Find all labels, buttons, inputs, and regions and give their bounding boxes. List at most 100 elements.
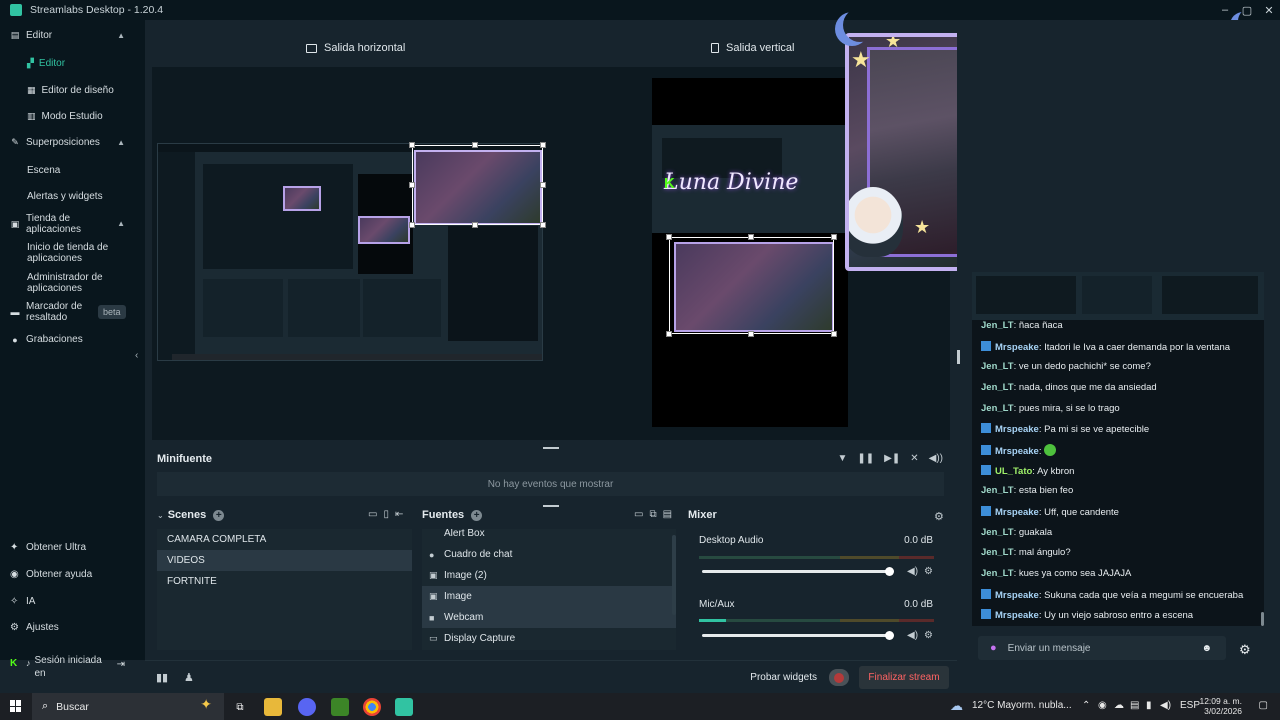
resize-handle[interactable] xyxy=(540,222,546,228)
nav-highlighter[interactable]: ▬ Marcador de resaltado beta xyxy=(0,301,145,323)
network-icon[interactable]: ▤ xyxy=(1130,700,1139,711)
bulk-edit-icon[interactable]: ⧉ xyxy=(649,509,656,520)
nav-scene[interactable]: Escena xyxy=(27,165,60,176)
chat-username[interactable]: Mrspeake xyxy=(995,507,1039,518)
source-item[interactable]: Alert Box xyxy=(422,529,676,544)
source-item[interactable]: ▣ Image xyxy=(422,586,676,607)
monitor-icon[interactable]: ▭ xyxy=(368,509,377,520)
source-item[interactable]: ■ Webcam xyxy=(422,607,676,628)
record-button[interactable] xyxy=(829,669,849,686)
tray-app-icon[interactable]: ◉ xyxy=(1098,700,1107,711)
source-item[interactable]: ▭ Display Capture xyxy=(422,628,676,649)
nav-layout-editor[interactable]: ▦ Editor de diseño xyxy=(27,85,114,96)
resize-handle[interactable] xyxy=(472,142,478,148)
selected-source-box[interactable] xyxy=(412,145,543,225)
chat-username[interactable]: Mrspeake xyxy=(995,590,1039,601)
task-view-icon[interactable]: ⧉ xyxy=(231,698,249,716)
phone-icon[interactable]: ▯ xyxy=(383,509,389,520)
nav-studio-mode[interactable]: ▥ Modo Estudio xyxy=(27,111,103,122)
volume-slider[interactable] xyxy=(702,631,894,640)
resize-handle[interactable] xyxy=(540,182,546,188)
slider-knob[interactable] xyxy=(885,631,894,640)
nav-get-help[interactable]: ◉ Obtener ayuda xyxy=(0,569,145,580)
chat-username[interactable]: Mrspeake xyxy=(995,610,1039,621)
tray-mic-icon[interactable]: ▮ xyxy=(1146,700,1152,711)
resize-handle[interactable] xyxy=(666,331,672,337)
chat-username[interactable]: Mrspeake xyxy=(995,446,1039,457)
chat-username[interactable]: UL_Tato xyxy=(995,466,1032,477)
file-explorer-icon[interactable] xyxy=(264,698,282,716)
taskbar-search[interactable]: ⌕ Buscar ✦ xyxy=(32,693,224,720)
chat-username[interactable]: Jen_LT xyxy=(981,547,1014,558)
nav-settings[interactable]: ⚙ Ajustes xyxy=(0,622,145,633)
folder-icon[interactable]: ▤ xyxy=(663,509,672,520)
nav-overlays-group[interactable]: ✎ Superposiciones ▲ xyxy=(0,137,145,148)
discord-icon[interactable] xyxy=(298,698,316,716)
chat-username[interactable]: Jen_LT xyxy=(981,568,1014,579)
scene-item[interactable]: FORTNITE xyxy=(157,571,412,592)
minecraft-icon[interactable] xyxy=(331,698,349,716)
chat-username[interactable]: Jen_LT xyxy=(981,361,1014,372)
notification-center-icon[interactable]: ▢ xyxy=(1259,700,1268,711)
scene-item[interactable]: VIDEOS xyxy=(157,550,412,571)
source-item[interactable]: ● Cuadro de chat xyxy=(422,544,676,565)
chevron-down-icon[interactable]: ⌄ xyxy=(157,511,164,520)
chat-username[interactable]: Jen_LT xyxy=(981,527,1014,538)
emoji-icon[interactable]: ☻ xyxy=(1201,643,1212,654)
chat-username[interactable]: Jen_LT xyxy=(981,320,1014,331)
microphone-icon[interactable]: ● xyxy=(990,642,997,654)
mixer-gear-icon[interactable]: ⚙ xyxy=(934,510,944,523)
tray-chevron-icon[interactable]: ⌃ xyxy=(1082,700,1090,711)
chrome-icon[interactable] xyxy=(363,698,381,716)
add-source-button[interactable]: + xyxy=(471,509,483,521)
collapse-sidebar-icon[interactable]: ‹ xyxy=(135,350,138,361)
vertical-selected-box[interactable] xyxy=(669,237,834,334)
end-stream-button[interactable]: Finalizar stream xyxy=(859,666,949,689)
volume-icon[interactable]: ◀) xyxy=(907,630,918,641)
chevron-up-icon[interactable]: ▲ xyxy=(117,138,125,147)
resize-handle[interactable] xyxy=(666,234,672,240)
weather-icon[interactable]: ☁ xyxy=(950,698,963,714)
resize-handle[interactable] xyxy=(748,331,754,337)
nav-appstore-home[interactable]: Inicio de tienda de aplicaciones xyxy=(27,242,127,264)
resize-handle[interactable] xyxy=(831,234,837,240)
vertical-output-label[interactable]: Salida vertical xyxy=(711,42,794,54)
skip-icon[interactable]: ▶❚ xyxy=(884,453,900,464)
nav-get-ultra[interactable]: ✦ Obtener Ultra xyxy=(0,542,145,553)
chat-scrollbar[interactable] xyxy=(1261,612,1264,626)
sources-scrollbar[interactable] xyxy=(672,535,676,615)
nav-alerts-widgets[interactable]: Alertas y widgets xyxy=(27,191,103,202)
taskbar-clock[interactable]: 12:09 a. m. 3/02/2026 xyxy=(1199,696,1242,716)
language-indicator[interactable]: ESP xyxy=(1180,700,1200,711)
collapse-icon[interactable]: ⇤ xyxy=(395,509,403,520)
chat-username[interactable]: Mrspeake xyxy=(995,424,1039,435)
nav-recordings[interactable]: ● Grabaciones xyxy=(0,334,145,345)
nav-session[interactable]: K ♪ Sesión iniciada en ⇥ xyxy=(0,654,145,680)
resize-handle[interactable] xyxy=(472,222,478,228)
nav-editor[interactable]: ▞ Editor xyxy=(27,58,65,69)
weather-text[interactable]: 12°C Mayorm. nubla... xyxy=(972,700,1072,711)
notification-icon[interactable]: ♟ xyxy=(184,671,194,684)
mute-alerts-icon[interactable]: ✕ xyxy=(910,453,918,464)
resize-handle[interactable] xyxy=(409,182,415,188)
resize-handle[interactable] xyxy=(540,142,546,148)
chevron-up-icon[interactable]: ▲ xyxy=(117,31,125,40)
windows-start-icon[interactable] xyxy=(10,700,22,712)
test-widgets-button[interactable]: Probar widgets xyxy=(750,672,817,683)
chat-resize-handle[interactable] xyxy=(957,350,960,364)
nav-app-manager[interactable]: Administrador de aplicaciones xyxy=(27,272,127,294)
chat-username[interactable]: Jen_LT xyxy=(981,382,1014,393)
volume-icon[interactable]: ◀)) xyxy=(929,453,943,464)
chat-settings-gear-icon[interactable]: ⚙ xyxy=(1239,642,1251,658)
minimize-button[interactable]: – xyxy=(1214,0,1236,20)
source-item[interactable]: ▣ Image (2) xyxy=(422,565,676,586)
onedrive-icon[interactable]: ☁ xyxy=(1114,700,1124,711)
resize-handle[interactable] xyxy=(748,234,754,240)
filter-icon[interactable]: ▼ xyxy=(838,453,848,464)
horizontal-output-label[interactable]: Salida horizontal xyxy=(306,42,405,54)
scene-item[interactable]: CAMARA COMPLETA xyxy=(157,529,412,550)
chat-username[interactable]: Mrspeake xyxy=(995,342,1039,353)
chat-message-input[interactable] xyxy=(1007,642,1188,654)
resize-handle[interactable] xyxy=(409,142,415,148)
nav-editor-group[interactable]: ▤ Editor ▲ xyxy=(0,30,145,41)
